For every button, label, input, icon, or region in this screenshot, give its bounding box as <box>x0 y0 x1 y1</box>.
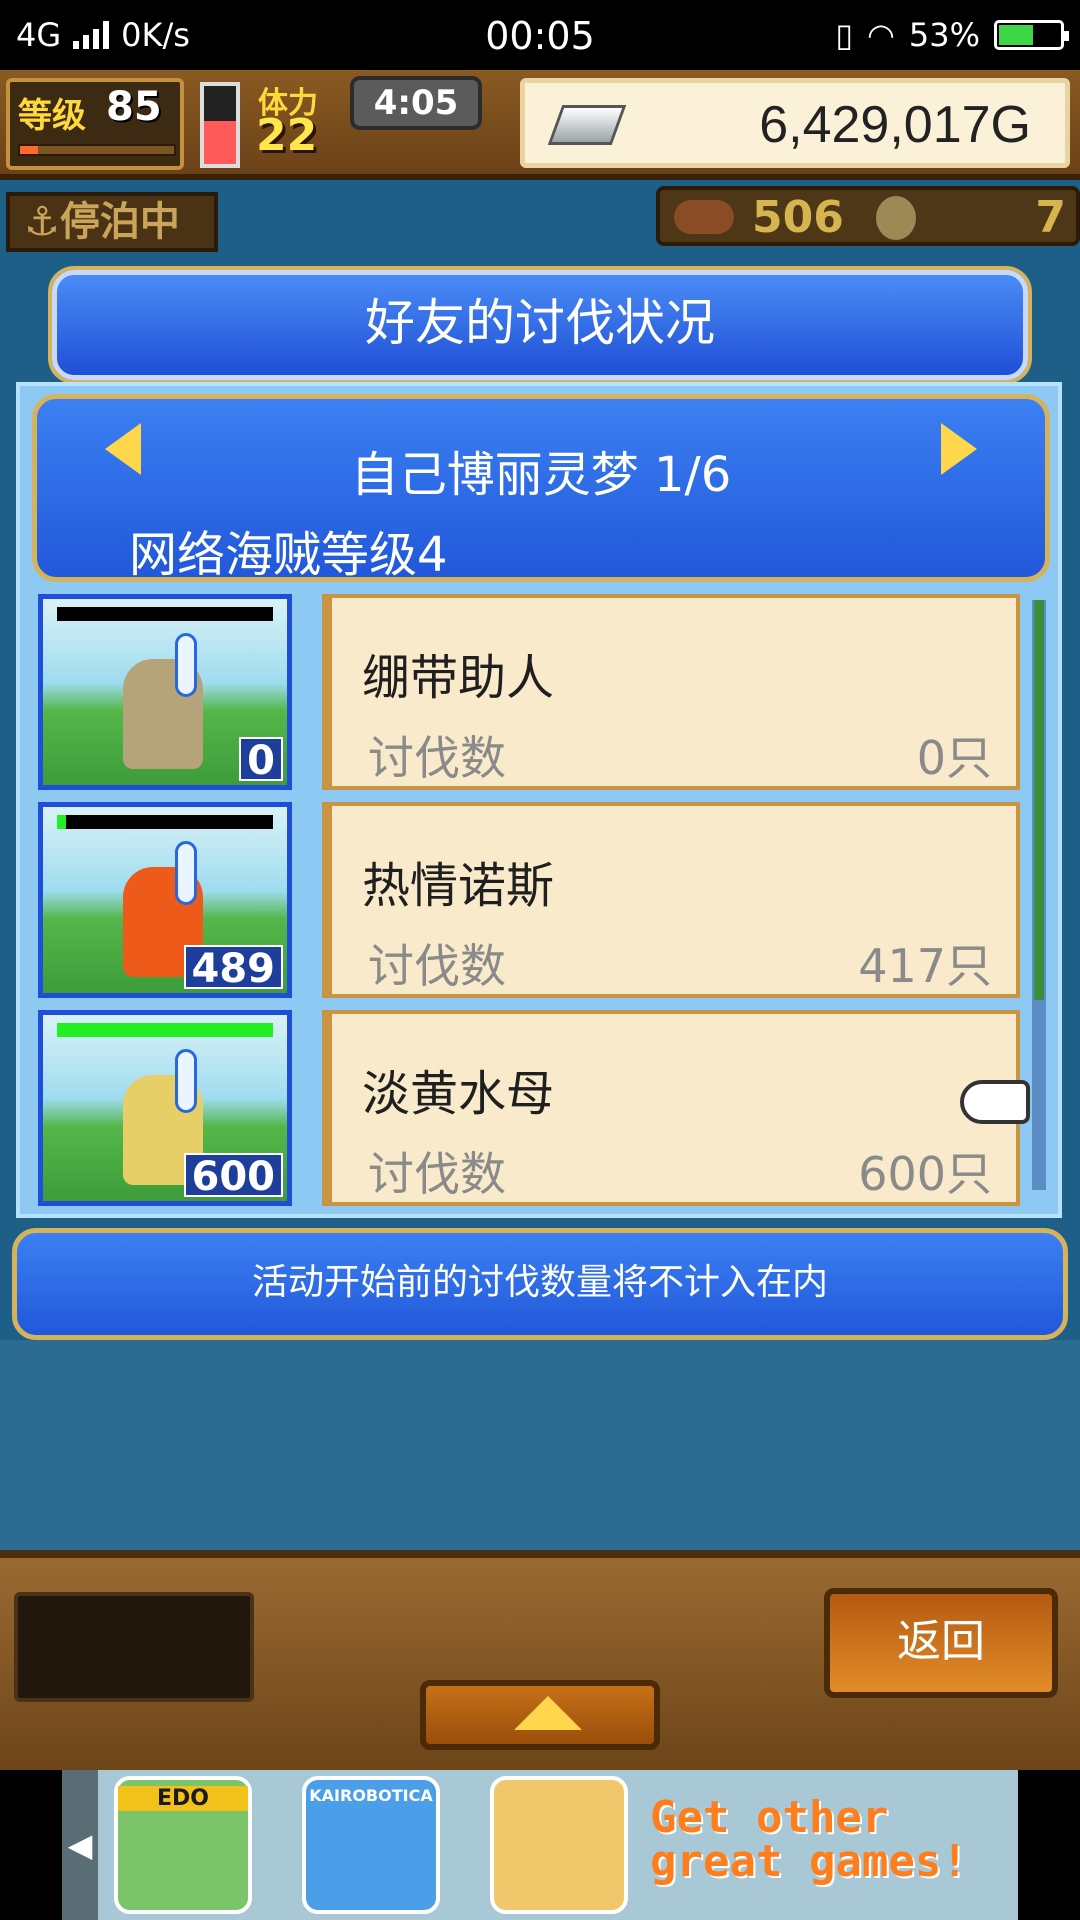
fish-count: 506 <box>752 192 844 243</box>
resource-box: 506 7 <box>656 186 1080 246</box>
exclamation-icon <box>175 1049 197 1113</box>
expand-button[interactable] <box>420 1680 660 1750</box>
monster-thumbnail: 0 <box>35 591 295 793</box>
exclamation-icon <box>175 841 197 905</box>
ad-cta[interactable]: Get other great games! <box>650 1796 1018 1884</box>
dock-status: ⚓停泊中 <box>6 192 218 252</box>
kill-count: 600只 <box>858 1147 992 1201</box>
bottom-bar: 返回 <box>0 1550 1080 1770</box>
money-box: 6,429,017G <box>520 78 1070 168</box>
monster-name: 淡黄水母 <box>362 1066 555 1122</box>
level-label: 等级 <box>18 96 86 136</box>
notice-bar: 活动开始前的讨伐数量将不计入在内 <box>12 1228 1068 1340</box>
monster-name: 绷带助人 <box>362 650 555 706</box>
exclamation-icon <box>175 633 197 697</box>
status-bar: 4G 0K/s 00:05 ▯ ◠ 53% <box>0 0 1080 70</box>
level-value: 85 <box>106 84 162 130</box>
ad-banner[interactable]: ◀ EDO KAIROBOTICA Get other great games! <box>0 1770 1080 1920</box>
arrow-right-icon[interactable] <box>941 423 977 475</box>
monster-row[interactable]: 600 淡黄水母 讨伐数 600只 <box>34 1007 1024 1210</box>
game-hud: 等级 85 体力 22 4:05 6,429,017G <box>0 70 1080 180</box>
hp-bar <box>57 607 273 621</box>
hp-bar <box>57 815 273 829</box>
battery-percent: 53% <box>908 16 980 54</box>
sea-background <box>0 1340 1080 1550</box>
vibrate-icon: ▯ <box>835 16 853 54</box>
medal-icon <box>876 196 916 240</box>
ad-content[interactable]: ◀ EDO KAIROBOTICA Get other great games! <box>62 1770 1018 1920</box>
money-amount: 6,429,017G <box>759 96 1031 154</box>
silver-ingot-icon <box>547 105 627 145</box>
medal-count: 7 <box>1035 192 1066 243</box>
monster-badge: 0 <box>239 737 283 783</box>
hp-bar <box>57 1023 273 1037</box>
fish-icon <box>674 200 734 234</box>
monster-thumbnail: 489 <box>35 799 295 1001</box>
monster-row[interactable]: 0 绷带助人 讨伐数 0只 <box>34 591 1024 794</box>
stamina-value: 22 <box>256 110 318 161</box>
kill-label: 讨伐数 <box>368 731 506 785</box>
monster-card[interactable]: 热情诺斯 讨伐数 417只 <box>322 802 1020 998</box>
pirate-level: 网络海贼等级4 <box>129 527 448 583</box>
friend-name: 自己博丽灵梦 1/6 <box>350 447 732 503</box>
empty-slot <box>14 1592 254 1702</box>
monster-badge: 600 <box>183 1153 283 1199</box>
level-box: 等级 85 <box>6 78 184 170</box>
battery-icon <box>994 20 1069 50</box>
friend-header: 自己博丽灵梦 1/6 网络海贼等级4 <box>32 394 1050 583</box>
ad-game-edo[interactable]: EDO <box>114 1776 252 1914</box>
monster-card[interactable]: 绷带助人 讨伐数 0只 <box>322 594 1020 790</box>
arrow-up-icon <box>514 1696 582 1730</box>
kill-label: 讨伐数 <box>368 1147 506 1201</box>
back-button[interactable]: 返回 <box>824 1588 1058 1698</box>
kill-count: 0只 <box>916 731 992 785</box>
kill-count: 417只 <box>858 939 992 993</box>
ad-game-kairobotica[interactable]: KAIROBOTICA <box>302 1776 440 1914</box>
stamina-timer: 4:05 <box>350 76 482 130</box>
monster-row[interactable]: 489 热情诺斯 讨伐数 417只 <box>34 799 1024 1002</box>
panel-title: 好友的讨伐状况 <box>52 270 1028 380</box>
stamina-gauge <box>200 82 240 168</box>
monster-card[interactable]: 淡黄水母 讨伐数 600只 <box>322 1010 1020 1206</box>
exp-bar <box>18 144 176 156</box>
monster-badge: 489 <box>183 945 283 991</box>
wifi-icon: ◠ <box>866 16 895 54</box>
kill-label: 讨伐数 <box>368 939 506 993</box>
monster-name: 热情诺斯 <box>362 858 555 914</box>
ad-game-cafe[interactable] <box>490 1776 628 1914</box>
friend-hunt-panel: 自己博丽灵梦 1/6 网络海贼等级4 0 绷带助人 讨伐数 0只 489 热情诺… <box>16 382 1062 1218</box>
anchor-icon: ⚓ <box>24 199 60 245</box>
monster-thumbnail: 600 <box>35 1007 295 1209</box>
status-right: ▯ ◠ 53% <box>835 16 1069 54</box>
chevron-left-icon[interactable]: ◀ <box>62 1770 98 1920</box>
hand-pointer-icon <box>960 1080 1030 1124</box>
list-scrollbar[interactable] <box>1032 600 1046 1190</box>
